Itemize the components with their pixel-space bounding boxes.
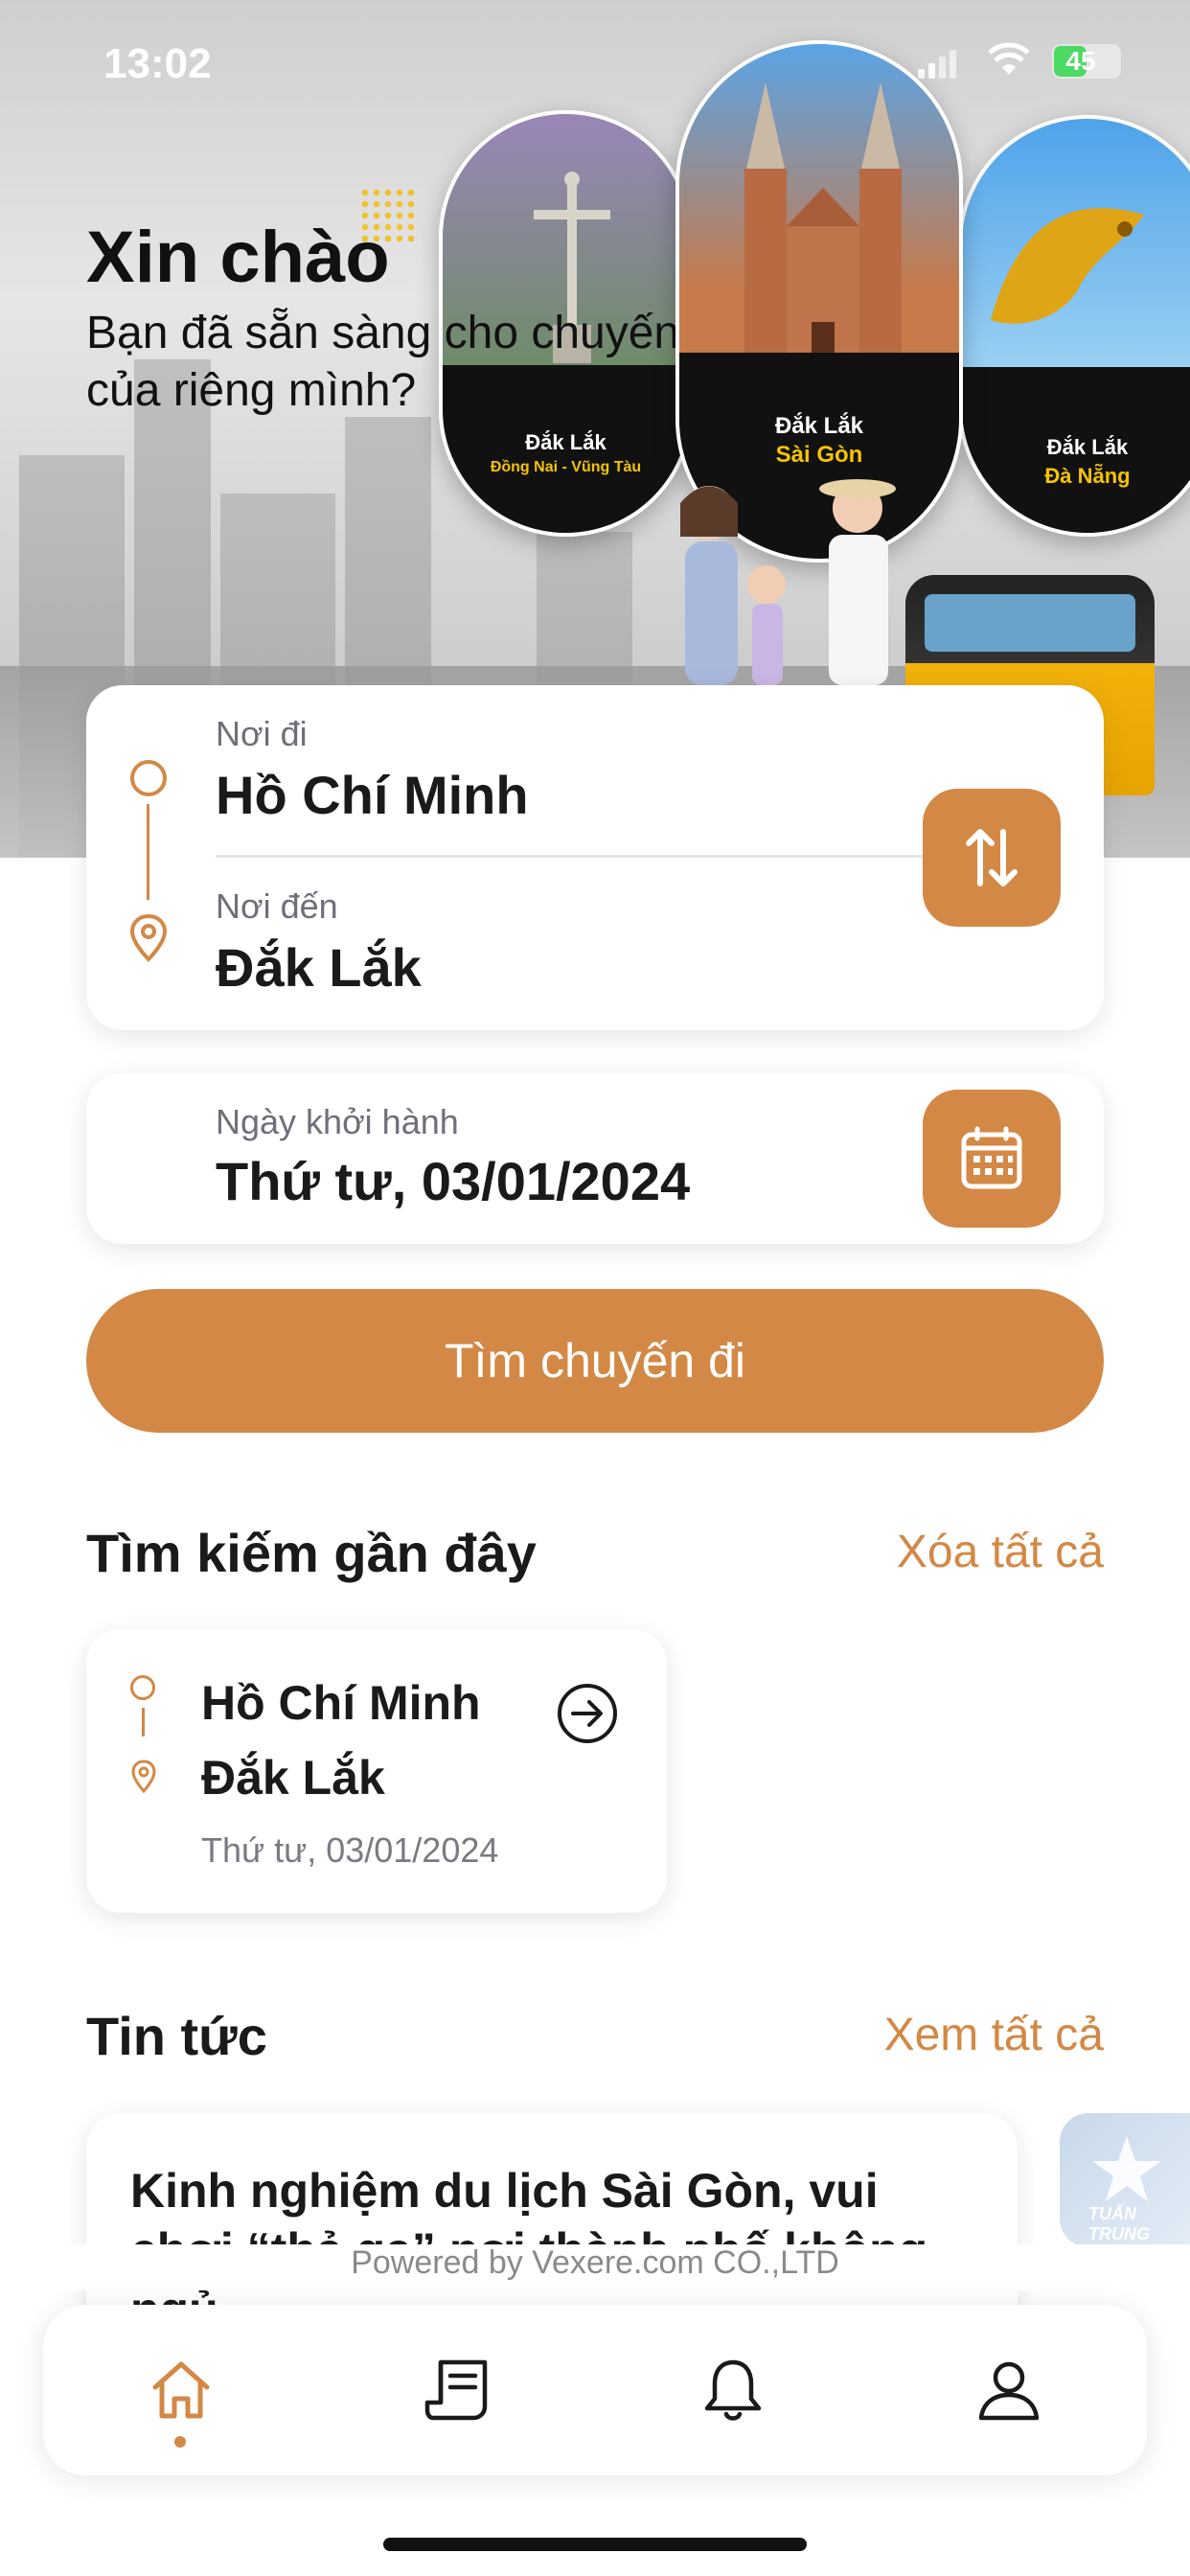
location-pin-icon: [129, 913, 168, 962]
view-all-news-link[interactable]: Xem tất cả: [884, 2009, 1104, 2061]
home-indicator: [383, 2538, 807, 2551]
battery-level: 45: [1065, 46, 1096, 76]
status-time: 13:02: [103, 40, 212, 87]
tab-home[interactable]: [43, 2305, 319, 2475]
date-value: Thứ tư, 03/01/2024: [216, 1151, 691, 1211]
news-title: Tin tức: [86, 2006, 267, 2066]
destination-to: Sài Gòn: [775, 442, 863, 468]
search-trip-button[interactable]: Tìm chuyến đi: [86, 1289, 1104, 1433]
swap-button[interactable]: [923, 789, 1061, 927]
origin-circle-icon: [130, 1675, 155, 1700]
recent-origin: Hồ Chí Minh: [201, 1676, 481, 1730]
cathedral-icon: [744, 82, 902, 399]
destination-card-da-nang[interactable]: Đắk Lắk Đà Nẵng: [958, 115, 1190, 537]
powered-by-text: Powered by Vexere.com CO.,LTD: [351, 2244, 839, 2281]
destination-from: Đắk Lắk: [525, 430, 606, 454]
recent-search-item[interactable]: Hồ Chí Minh Đắk Lắk Thứ tư, 03/01/2024: [86, 1629, 667, 1913]
departure-date-field[interactable]: Ngày khởi hành Thứ tư, 03/01/2024: [86, 1073, 1104, 1244]
profile-icon: [978, 2361, 1040, 2421]
bell-icon: [704, 2359, 762, 2421]
dragon-bridge-icon: [991, 208, 1144, 324]
home-icon: [152, 2361, 210, 2419]
wifi-icon: [988, 42, 1030, 75]
travelers-illustration: [680, 479, 896, 685]
destination-value: Đắk Lắk: [216, 937, 422, 998]
location-pin-icon: [131, 1760, 156, 1794]
calendar-button[interactable]: [923, 1090, 1061, 1228]
destination-from: Đắk Lắk: [1046, 435, 1129, 459]
news-card-next[interactable]: TUẤN TRUNG: [1060, 2113, 1190, 2247]
destination-label: Nơi đến: [216, 886, 338, 926]
active-tab-indicator: [174, 2436, 186, 2448]
route-line: [142, 1708, 145, 1736]
calendar-icon: [961, 1126, 1022, 1189]
recent-searches-title: Tìm kiếm gần đây: [86, 1523, 537, 1583]
date-label: Ngày khởi hành: [216, 1102, 459, 1141]
tab-profile[interactable]: [871, 2305, 1147, 2475]
destination-to: Đà Nẵng: [1044, 464, 1131, 488]
destination-from: Đắk Lắk: [774, 413, 864, 439]
origin-label: Nơi đi: [216, 714, 308, 753]
tickets-icon: [424, 2359, 488, 2421]
arrow-circle-right-icon: [558, 1684, 617, 1743]
field-divider: [216, 855, 1011, 858]
battery-icon: 45: [1052, 44, 1121, 79]
bottom-tab-bar: [43, 2305, 1147, 2475]
star-logo-icon: [1092, 2136, 1161, 2201]
swap-arrows-icon: [966, 829, 1018, 886]
route-card: Nơi đi Hồ Chí Minh Nơi đến Đắk Lắk: [86, 685, 1104, 1030]
greeting-title: Xin chào: [86, 217, 390, 298]
origin-value: Hồ Chí Minh: [216, 765, 529, 825]
tab-notifications[interactable]: [595, 2305, 871, 2475]
tab-tickets[interactable]: [319, 2305, 595, 2475]
news-card-brand: TUẤN TRUNG: [1088, 2204, 1150, 2243]
route-line: [147, 804, 149, 900]
origin-circle-icon: [130, 760, 167, 796]
clear-all-link[interactable]: Xóa tất cả: [897, 1526, 1104, 1578]
recent-date: Thứ tư, 03/01/2024: [201, 1830, 499, 1870]
recent-destination: Đắk Lắk: [201, 1751, 385, 1805]
